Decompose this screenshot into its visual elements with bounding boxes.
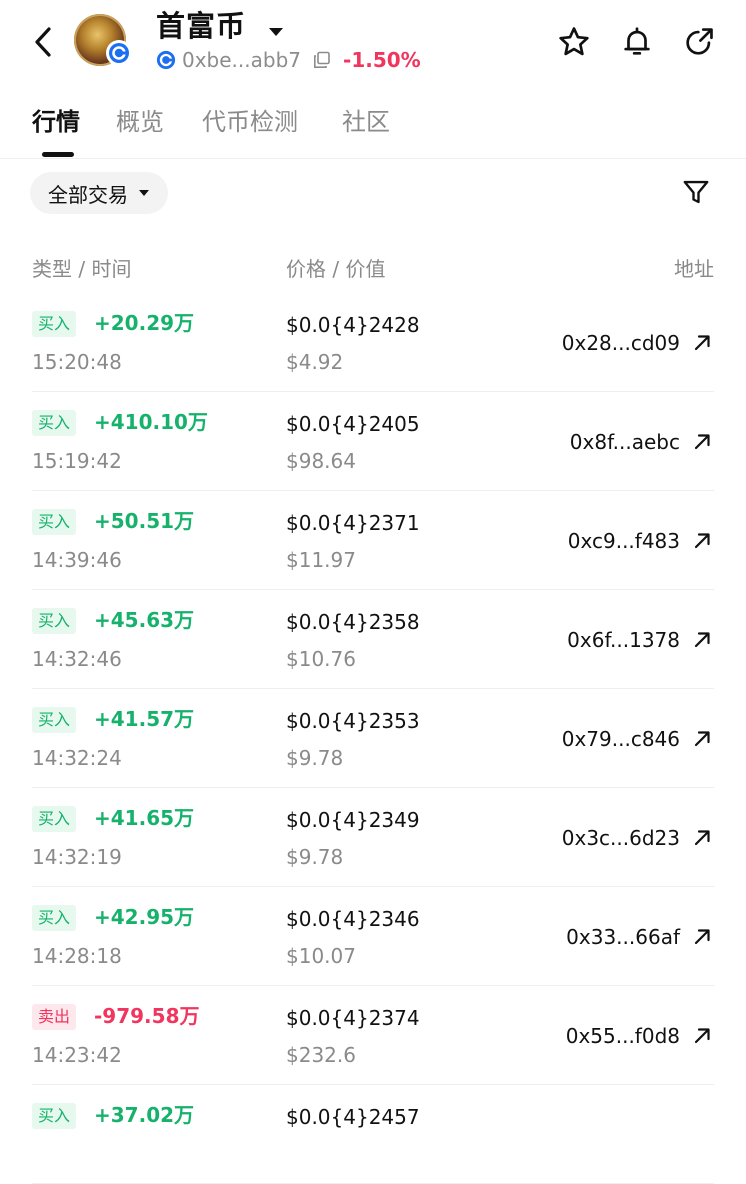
trade-price: $0.0{4}2349 <box>286 808 420 832</box>
trade-type-badge: 买入 <box>32 311 77 337</box>
trade-value: $11.97 <box>286 548 356 572</box>
trade-row[interactable]: 买入 +20.29万 15:20:48 $0.0{4}2428 $4.92 0x28...… <box>32 293 714 392</box>
trade-row[interactable]: 买入 +50.51万 14:39:46 $0.0{4}2371 $11.97 0xc9..… <box>32 491 714 590</box>
tab-overview[interactable]: 概览 <box>116 104 164 140</box>
trade-row[interactable]: 买入 +42.95万 14:28:18 $0.0{4}2346 $10.07 0x33..… <box>32 887 714 986</box>
trader-address[interactable]: 0x79...c846 <box>562 725 680 753</box>
trade-filter-dropdown[interactable]: 全部交易 <box>30 172 168 214</box>
trader-address[interactable]: 0x28...cd09 <box>562 329 680 357</box>
trade-price: $0.0{4}2353 <box>286 709 420 733</box>
external-link-arrow-icon[interactable] <box>690 430 714 454</box>
back-button[interactable] <box>26 22 60 62</box>
external-link-arrow-icon[interactable] <box>690 529 714 553</box>
trader-address[interactable]: 0x8f...aebc <box>570 428 680 456</box>
trade-type-badge: 买入 <box>32 905 77 931</box>
external-link-arrow-icon[interactable] <box>690 925 714 949</box>
trade-price: $0.0{4}2358 <box>286 610 420 634</box>
copy-icon[interactable] <box>313 51 331 69</box>
trade-time: 14:32:24 <box>32 746 122 770</box>
trade-list: 买入 +20.29万 15:20:48 $0.0{4}2428 $4.92 0x28...… <box>0 293 746 1184</box>
trade-type-badge: 买入 <box>32 410 77 436</box>
favorite-star-icon[interactable] <box>554 22 594 62</box>
tab-token-check[interactable]: 代币检测 <box>202 104 298 140</box>
funnel-filter-icon[interactable] <box>676 172 716 212</box>
trade-amount: +410.10万 <box>94 410 208 434</box>
token-subtitle: 0xbe...abb7 -1.50% <box>156 47 421 73</box>
trade-time: 14:32:46 <box>32 647 122 671</box>
trade-price: $0.0{4}2371 <box>286 511 420 535</box>
trade-time: 14:32:19 <box>32 845 122 869</box>
caret-down-icon[interactable] <box>268 22 284 41</box>
trade-value: $4.92 <box>286 350 344 374</box>
tab-active-indicator <box>42 152 74 157</box>
trade-row[interactable]: 卖出 -979.58万 14:23:42 $0.0{4}2374 $232.6 0x55.… <box>32 986 714 1085</box>
external-link-arrow-icon[interactable] <box>690 628 714 652</box>
trade-row[interactable]: 买入 +41.57万 14:32:24 $0.0{4}2353 $9.78 0x79...… <box>32 689 714 788</box>
token-name[interactable]: 首富币 <box>156 6 246 46</box>
trade-value: $9.78 <box>286 845 344 869</box>
trade-type-badge: 买入 <box>32 707 77 733</box>
trade-amount: +50.51万 <box>94 509 195 533</box>
trade-row[interactable]: 买入 +410.10万 15:19:42 $0.0{4}2405 $98.64 0x8f.… <box>32 392 714 491</box>
external-link-arrow-icon[interactable] <box>690 331 714 355</box>
trade-price: $0.0{4}2405 <box>286 412 420 436</box>
trade-time: 14:28:18 <box>32 944 122 968</box>
trader-address[interactable]: 0x33...66af <box>566 923 680 951</box>
trade-type-badge: 买入 <box>32 509 77 535</box>
column-header-price-value: 价格 / 价值 <box>286 257 386 281</box>
trade-price: $0.0{4}2428 <box>286 313 420 337</box>
trade-amount: +41.57万 <box>94 707 195 731</box>
trade-row[interactable]: 买入 +41.65万 14:32:19 $0.0{4}2349 $9.78 0x3c...… <box>32 788 714 887</box>
trader-address[interactable]: 0x55...f0d8 <box>566 1022 680 1050</box>
trade-amount: +41.65万 <box>94 806 195 830</box>
trade-filter-label: 全部交易 <box>48 182 128 207</box>
trade-type-badge: 买入 <box>32 806 77 832</box>
share-icon[interactable] <box>679 22 719 62</box>
trade-price: $0.0{4}2346 <box>286 907 420 931</box>
trade-value: $98.64 <box>286 449 356 473</box>
trade-amount: +20.29万 <box>94 311 195 335</box>
external-link-arrow-icon[interactable] <box>690 826 714 850</box>
trade-value: $9.78 <box>286 746 344 770</box>
trade-value: $232.6 <box>286 1043 356 1067</box>
trade-time: 15:19:42 <box>32 449 122 473</box>
trade-row[interactable]: 买入 +37.02万 $0.0{4}2457 <box>32 1085 714 1184</box>
trader-address[interactable]: 0x3c...6d23 <box>562 824 680 852</box>
trade-time: 15:20:48 <box>32 350 122 374</box>
chain-badge-icon <box>106 40 132 66</box>
trade-amount: +37.02万 <box>94 1103 195 1127</box>
chevron-left-icon <box>35 27 51 57</box>
trade-type-badge: 卖出 <box>32 1004 77 1030</box>
column-header-address: 地址 <box>674 257 714 281</box>
trade-time: 14:23:42 <box>32 1043 122 1067</box>
contract-address: 0xbe...abb7 <box>182 48 302 72</box>
tab-bar: 行情 概览 代币检测 社区 <box>0 96 746 159</box>
tab-community[interactable]: 社区 <box>342 104 390 140</box>
trade-price: $0.0{4}2374 <box>286 1006 420 1030</box>
column-header-type-time: 类型 / 时间 <box>32 257 132 281</box>
trader-address[interactable]: 0xc9...f483 <box>568 527 680 555</box>
trade-type-badge: 买入 <box>32 608 77 634</box>
caret-down-icon <box>138 189 150 197</box>
trade-time: 14:39:46 <box>32 548 122 572</box>
trade-amount: -979.58万 <box>94 1004 200 1028</box>
trade-price: $0.0{4}2457 <box>286 1105 420 1129</box>
tab-market[interactable]: 行情 <box>32 104 80 140</box>
chain-icon <box>156 50 176 70</box>
header: 首富币 0xbe...abb7 -1.50% <box>0 0 746 90</box>
trader-address[interactable]: 0x6f...1378 <box>567 626 680 654</box>
external-link-arrow-icon[interactable] <box>690 727 714 751</box>
trade-value: $10.07 <box>286 944 356 968</box>
token-avatar <box>74 14 132 66</box>
trade-value: $10.76 <box>286 647 356 671</box>
trade-type-badge: 买入 <box>32 1103 77 1129</box>
trade-row[interactable]: 买入 +45.63万 14:32:46 $0.0{4}2358 $10.76 0x6f..… <box>32 590 714 689</box>
price-change: -1.50% <box>343 48 421 72</box>
trade-amount: +42.95万 <box>94 905 195 929</box>
trade-amount: +45.63万 <box>94 608 195 632</box>
bell-icon[interactable] <box>617 22 657 62</box>
external-link-arrow-icon[interactable] <box>690 1024 714 1048</box>
